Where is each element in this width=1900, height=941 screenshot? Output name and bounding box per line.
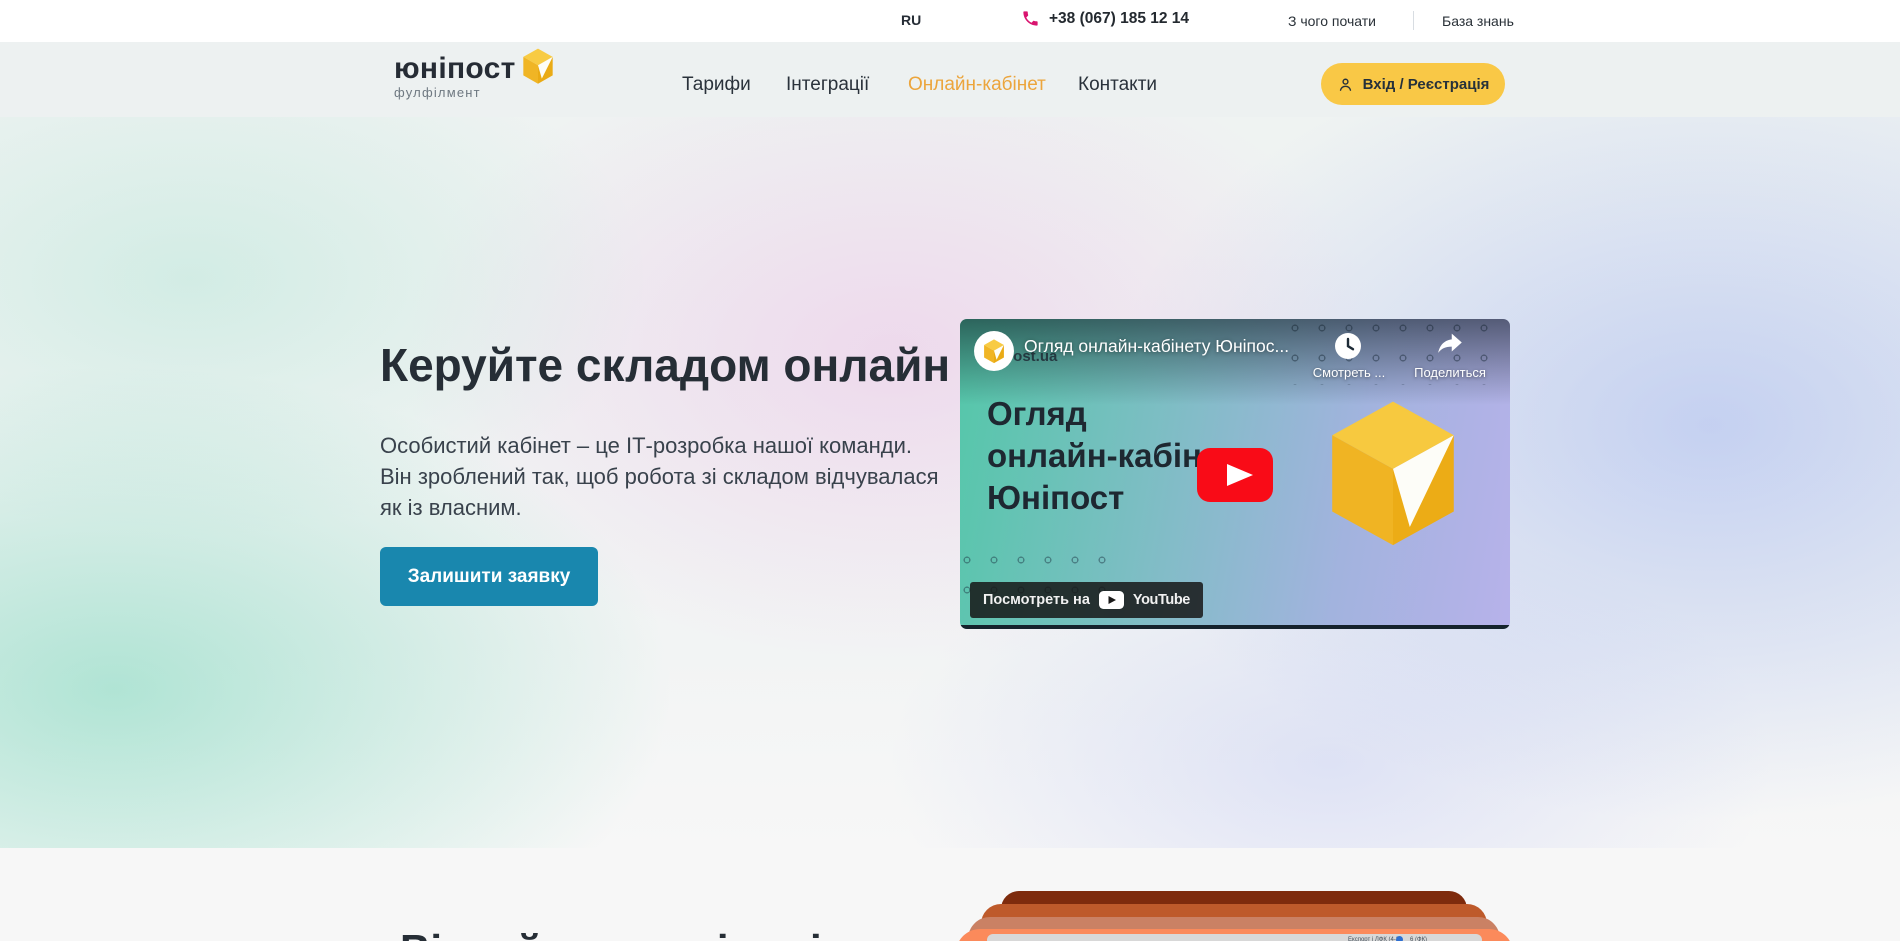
- phone-icon: [1021, 9, 1040, 28]
- app-screenshot-card: Експорт і ЛФК (4-3 6 (ФК): [987, 934, 1482, 941]
- user-icon: [1337, 76, 1354, 93]
- video-title-link[interactable]: Огляд онлайн-кабінету Юніпос...: [1024, 336, 1289, 357]
- video-bottom-edge: [960, 625, 1510, 629]
- login-register-button[interactable]: Вхід / Реєстрація: [1321, 63, 1505, 105]
- cube-avatar-icon: [983, 339, 1005, 364]
- topbar-divider: [1413, 11, 1414, 30]
- app-screenshot-text: Експорт і ЛФК (4-3: [1348, 937, 1399, 941]
- nav-online-cabinet[interactable]: Онлайн-кабінет: [908, 73, 1046, 97]
- phone-link[interactable]: +38 (067) 185 12 14: [1021, 9, 1189, 28]
- watch-on-label: Посмотреть на: [983, 592, 1090, 608]
- hero-description: Особистий кабінет – це ІТ-розробка нашої…: [380, 430, 948, 523]
- page: RU +38 (067) 185 12 14 З чого почати Баз…: [0, 0, 1900, 941]
- cube-3d-illustration: [1328, 399, 1458, 549]
- youtube-logo-icon: [1099, 591, 1124, 609]
- share-label[interactable]: Поделиться: [1410, 365, 1490, 380]
- top-bar: RU +38 (067) 185 12 14 З чого почати Баз…: [0, 0, 1900, 42]
- login-register-label: Вхід / Реєстрація: [1363, 76, 1490, 93]
- nav-contacts[interactable]: Контакти: [1078, 73, 1157, 97]
- watch-later-label[interactable]: Смотреть ...: [1309, 365, 1389, 380]
- phone-number: +38 (067) 185 12 14: [1049, 10, 1189, 28]
- channel-avatar[interactable]: [974, 331, 1014, 371]
- share-icon[interactable]: [1436, 332, 1464, 358]
- watch-on-youtube-button[interactable]: Посмотреть на YouTube: [970, 582, 1203, 618]
- watch-later-icon[interactable]: [1333, 331, 1363, 361]
- leave-request-button[interactable]: Залишити заявку: [380, 547, 598, 606]
- hero-background: [0, 117, 1900, 850]
- link-knowledge-base[interactable]: База знань: [1442, 13, 1514, 29]
- cube-logo-icon: [522, 48, 554, 85]
- app-screenshot-text: 6 (ФК): [1410, 937, 1427, 941]
- logo[interactable]: юніпост фулфілмент: [394, 53, 564, 107]
- app-screenshot-blue-dot: [1396, 936, 1403, 941]
- logo-subtitle: фулфілмент: [394, 85, 564, 100]
- next-section-heading: Відчуйте зручність і контроль: [400, 926, 1028, 941]
- language-switcher[interactable]: RU: [901, 12, 921, 28]
- header: юніпост фулфілмент Тарифи Інтеграції Онл…: [0, 42, 1900, 117]
- nav-tariffs[interactable]: Тарифи: [682, 73, 751, 97]
- youtube-play-button[interactable]: [1197, 448, 1273, 502]
- youtube-wordmark: YouTube: [1133, 592, 1190, 608]
- nav-integrations[interactable]: Інтеграції: [786, 73, 869, 97]
- link-how-to-start[interactable]: З чого почати: [1288, 13, 1376, 29]
- youtube-video-player[interactable]: post.ua Огляд онлайн-кабінету Юніпос... …: [960, 319, 1510, 629]
- hero-title: Керуйте складом онлайн: [380, 337, 950, 393]
